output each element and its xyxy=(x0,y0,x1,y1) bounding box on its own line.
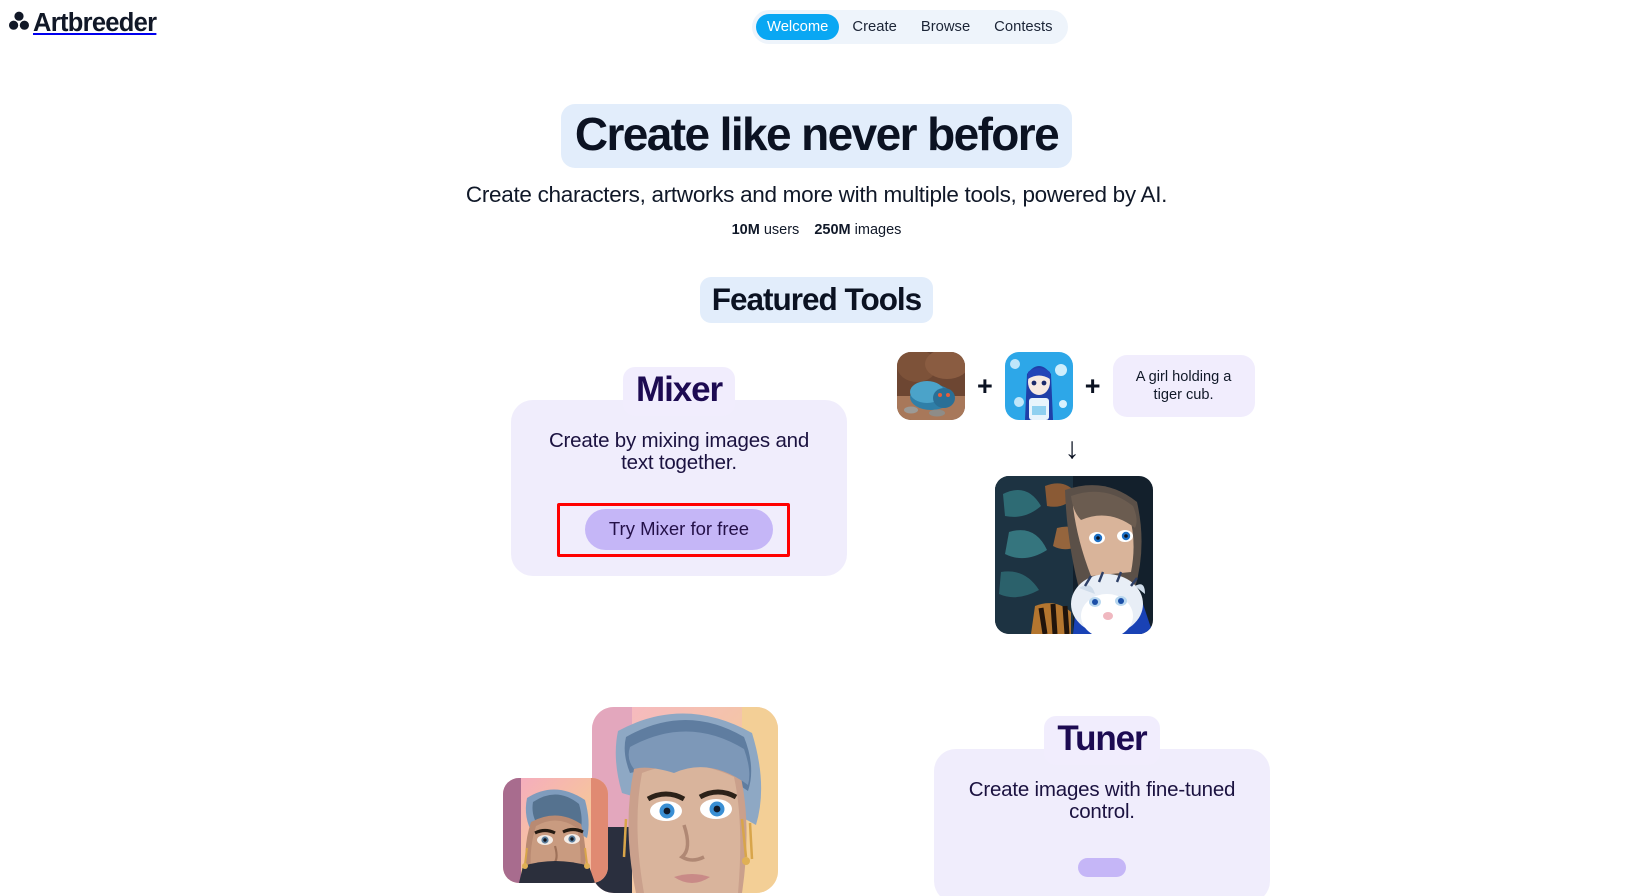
mixer-input-image-b[interactable] xyxy=(1004,352,1073,420)
tool-card-mixer: Mixer Create by mixing images and text t… xyxy=(511,367,847,577)
mixer-prompt-text[interactable]: A girl holding a tiger cub. xyxy=(1112,354,1255,418)
tuner-description: Create images with fine-tuned control. xyxy=(968,777,1236,824)
brand-logo[interactable]: Artbreeder xyxy=(8,8,157,37)
mixer-inputs-row: + + A girl holding a tiger cub. xyxy=(897,352,1267,420)
tool-card-tuner: Tuner Create images with fine-tuned cont… xyxy=(934,716,1270,896)
hero-subtitle: Create characters, artworks and more wit… xyxy=(465,181,1168,207)
try-tuner-button[interactable] xyxy=(1078,858,1126,878)
hero-title-row: Create like never before xyxy=(0,104,1633,168)
tuner-image-large[interactable] xyxy=(592,707,778,893)
stat-users-value: 10M xyxy=(731,221,760,238)
main-navigation: Welcome Create Browse Contests xyxy=(752,10,1068,44)
featured-tools-title-row: Featured Tools xyxy=(0,277,1633,323)
site-header: Artbreeder Welcome Create Browse Contest… xyxy=(0,0,1633,56)
stat-users-label: users xyxy=(763,221,800,238)
mixer-result-image[interactable] xyxy=(995,476,1153,634)
tuner-card-body: Create images with fine-tuned control. xyxy=(934,748,1270,896)
nav-item-browse[interactable]: Browse xyxy=(910,14,981,40)
tuner-illustration xyxy=(503,707,793,896)
plus-operator-1: + xyxy=(977,370,993,401)
nav-item-create[interactable]: Create xyxy=(841,14,907,40)
nav-item-welcome[interactable]: Welcome xyxy=(756,14,840,40)
tuner-image-small[interactable] xyxy=(503,778,608,883)
mixer-input-image-a[interactable] xyxy=(897,352,965,420)
featured-tools-title: Featured Tools xyxy=(699,277,934,323)
mixer-description: Create by mixing images and text togethe… xyxy=(548,428,810,475)
hero-stats: 10M users 250M images xyxy=(0,222,1633,238)
try-mixer-button[interactable]: Try Mixer for free xyxy=(584,509,774,551)
mixer-illustration: + + A girl holding a tiger cub. ↓ xyxy=(897,352,1267,634)
stat-images-label: images xyxy=(854,221,902,238)
mixer-card-body: Create by mixing images and text togethe… xyxy=(511,399,847,577)
mixer-title: Mixer xyxy=(623,367,735,416)
nav-item-contests[interactable]: Contests xyxy=(983,14,1063,40)
tuner-title: Tuner xyxy=(1044,716,1160,765)
brand-name: Artbreeder xyxy=(33,8,157,37)
trefoil-circles-icon xyxy=(8,10,30,37)
page-title: Create like never before xyxy=(560,104,1073,168)
hero-section: Create like never before Create characte… xyxy=(0,104,1633,238)
stat-images-value: 250M xyxy=(814,221,851,238)
arrow-down-icon: ↓ xyxy=(1064,432,1080,465)
plus-operator-2: + xyxy=(1084,370,1101,401)
page-root: Artbreeder Welcome Create Browse Contest… xyxy=(0,0,1633,896)
